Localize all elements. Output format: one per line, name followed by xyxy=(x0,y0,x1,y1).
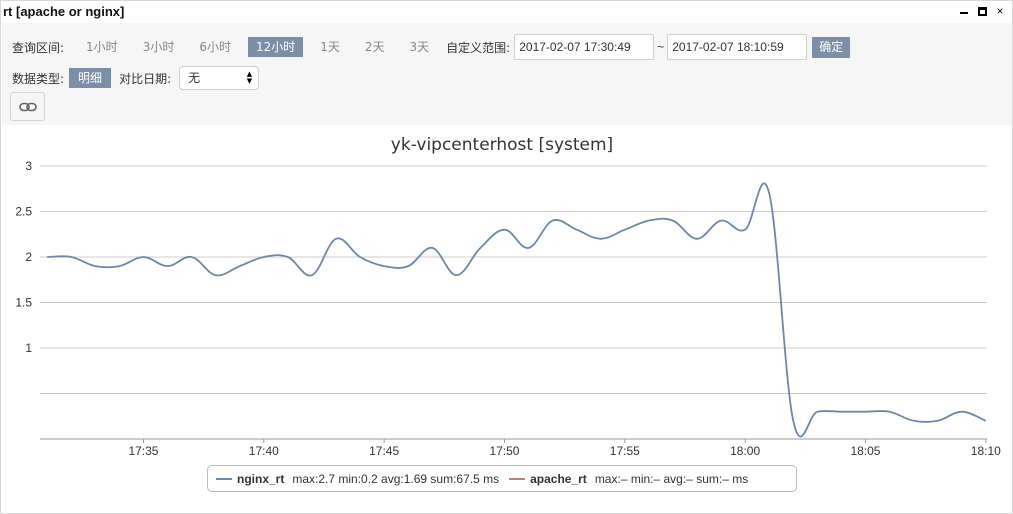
options-row: 数据类型: 明细 对比日期: 无 ▲ ▼ xyxy=(12,66,260,90)
y-tick-label: 1.5 xyxy=(15,296,32,310)
range-button-2d[interactable]: 2天 xyxy=(357,37,393,57)
data-type-label: 数据类型: xyxy=(12,71,65,86)
x-tick-label: 18:00 xyxy=(730,444,760,458)
title-bar: rt [apache or nginx] × xyxy=(1,1,1012,23)
start-datetime-input[interactable] xyxy=(514,34,655,60)
data-type-detail-button[interactable]: 明细 xyxy=(69,68,112,88)
legend-name-apache: apache_rt xyxy=(530,471,587,486)
link-icon xyxy=(18,102,37,111)
series-line-nginx_rt xyxy=(47,182,987,438)
y-tick-label: 2.5 xyxy=(15,205,32,219)
range-separator: ~ xyxy=(657,40,665,54)
share-link-button[interactable] xyxy=(10,92,45,121)
x-tick-label: 17:35 xyxy=(128,444,158,458)
legend-item-nginx[interactable]: nginx_rt max:2.7 min:0.2 avg:1.69 sum:67… xyxy=(216,472,499,486)
query-toolbar: 查询区间: 1小时 3小时 6小时 12小时 1天 2天 3天 自定义范围: ~… xyxy=(2,23,1012,125)
close-icon[interactable]: × xyxy=(994,3,1006,19)
x-tick-label: 17:50 xyxy=(489,444,519,458)
window-title: rt [apache or nginx] xyxy=(3,4,125,19)
legend-swatch-apache xyxy=(509,477,526,480)
y-tick-label: 2 xyxy=(25,250,32,264)
x-tick-label: 17:40 xyxy=(249,444,279,458)
legend-item-apache[interactable]: apache_rt max:– min:– avg:– sum:– ms xyxy=(509,472,748,486)
legend-swatch-nginx xyxy=(216,477,232,480)
x-tick-label: 17:55 xyxy=(610,444,640,458)
x-tick-label: 18:10 xyxy=(971,444,1001,458)
y-tick-label: 1 xyxy=(25,341,32,355)
window-controls: × xyxy=(958,3,1006,19)
chart-window: rt [apache or nginx] × 查询区间: 1小时 3小时 6小时… xyxy=(0,0,1013,514)
range-button-3d[interactable]: 3天 xyxy=(402,37,438,57)
range-label: 查询区间: xyxy=(12,40,65,55)
select-arrows-icon: ▲ ▼ xyxy=(246,70,253,85)
range-button-3h[interactable]: 3小时 xyxy=(135,37,183,57)
legend-name-nginx: nginx_rt xyxy=(237,471,285,486)
y-tick-label: 3 xyxy=(25,159,32,173)
minimize-icon[interactable] xyxy=(958,3,970,19)
chart-legend: nginx_rt max:2.7 min:0.2 avg:1.69 sum:67… xyxy=(207,465,797,492)
maximize-icon[interactable] xyxy=(976,3,988,19)
x-tick-label: 18:05 xyxy=(850,444,880,458)
range-button-1d[interactable]: 1天 xyxy=(312,37,348,57)
x-tick-label: 17:45 xyxy=(369,444,399,458)
compare-date-label: 对比日期: xyxy=(119,71,172,86)
range-button-1h[interactable]: 1小时 xyxy=(78,37,126,57)
end-datetime-input[interactable] xyxy=(667,34,808,60)
time-range-row: 查询区间: 1小时 3小时 6小时 12小时 1天 2天 3天 自定义范围: ~… xyxy=(12,34,851,60)
legend-stats-nginx: max:2.7 min:0.2 avg:1.69 sum:67.5 ms xyxy=(292,471,500,486)
range-button-12h[interactable]: 12小时 xyxy=(247,37,304,57)
line-chart: 1 1.5 2 2.5 3 17:35 17:40 17:45 17:50 17:55 18:00 1… xyxy=(15,159,1001,458)
legend-stats-apache: max:– min:– avg:– sum:– ms xyxy=(594,471,749,486)
range-button-6h[interactable]: 6小时 xyxy=(191,37,239,57)
chart-area: yk-vipcenterhost [system] 1 1.5 2 2.5 3 17:35… xyxy=(2,125,1012,507)
custom-range-label: 自定义范围: xyxy=(446,40,511,55)
confirm-button[interactable]: 确定 xyxy=(812,36,851,58)
compare-date-value: 无 xyxy=(188,71,201,85)
compare-date-select[interactable]: 无 ▲ ▼ xyxy=(179,66,260,90)
